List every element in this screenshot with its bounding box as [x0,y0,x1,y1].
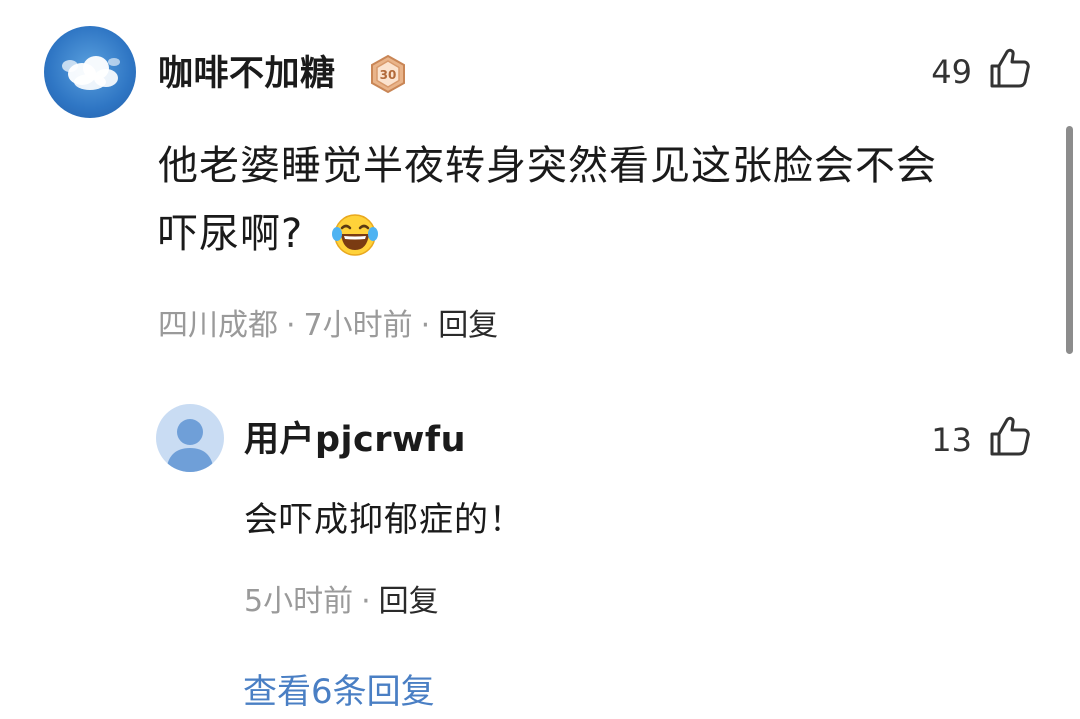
thumbs-up-icon[interactable] [988,46,1032,90]
reply-meta: 5小时前 · 回复 [244,584,439,620]
reply-username[interactable]: 用户pjcrwfu [244,420,466,460]
reply-text: 会吓成抑郁症的！ [244,500,524,540]
comment-meta: 四川成都 · 7小时前 · 回复 [158,308,498,344]
level-badge: 30 [368,54,408,94]
thumbs-up-icon[interactable] [988,414,1032,458]
username[interactable]: 咖啡不加糖 [158,54,336,94]
avatar[interactable] [156,404,224,472]
cloud-avatar-icon [62,56,120,90]
meta-separator: · [286,308,296,343]
location-text: 四川成都 [158,308,278,343]
level-badge-icon: 30 [371,54,405,94]
scrollbar[interactable] [1066,126,1073,354]
laughing-crying-emoji-icon [330,212,380,258]
badge-level-text: 30 [380,68,397,82]
view-more-replies-link[interactable]: 查看6条回复 [243,672,435,712]
avatar[interactable] [44,26,136,118]
comment-text-line-2: 吓尿啊? [158,200,303,268]
meta-separator: · [361,584,371,619]
comment-text-line-1: 他老婆睡觉半夜转身突然看见这张脸会不会 [158,143,937,189]
like-count: 49 [931,53,972,91]
default-user-avatar-icon [166,419,214,472]
reply-button[interactable]: 回复 [379,584,439,619]
reply-button[interactable]: 回复 [438,308,498,343]
reply-like-count: 13 [931,421,972,459]
comment-text-line-2-text: 吓尿啊? [158,211,304,257]
timestamp: 5小时前 [244,584,354,619]
timestamp: 7小时前 [303,308,413,343]
meta-separator: · [420,308,431,343]
